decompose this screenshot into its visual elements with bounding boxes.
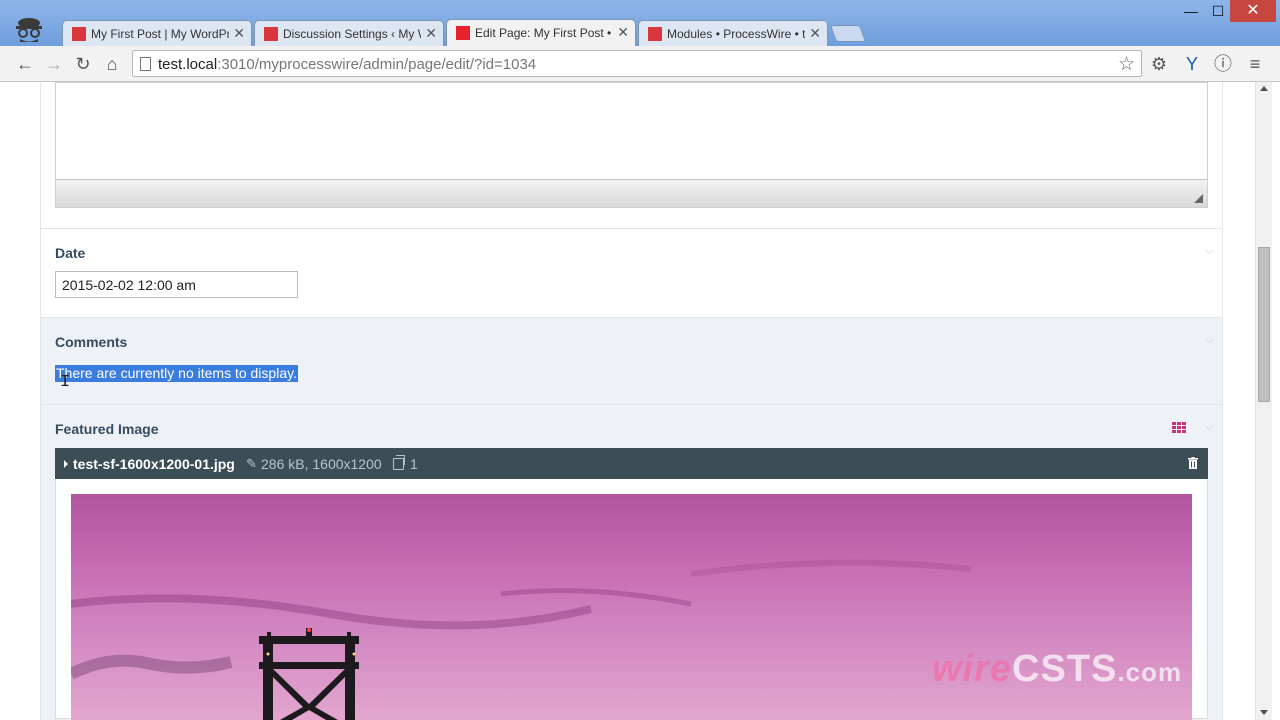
date-input[interactable] <box>55 271 298 298</box>
tab-title: Discussion Settings ‹ My WordPress <box>283 27 421 41</box>
page-icon <box>140 57 151 71</box>
collapse-toggle-icon[interactable]: ⌵ <box>1205 332 1214 347</box>
browser-tab[interactable]: My First Post | My WordPress ✕ <box>62 20 252 46</box>
scroll-up-icon[interactable] <box>1260 86 1268 91</box>
forward-icon[interactable]: → <box>43 53 65 75</box>
grid-view-icon[interactable] <box>1172 422 1186 434</box>
comments-empty-message: There are currently no items to display. <box>55 365 298 382</box>
watermark-text: STS <box>1040 648 1118 690</box>
watermark-text: C <box>1012 648 1041 690</box>
scrollbar-thumb[interactable] <box>1258 247 1270 402</box>
browser-tab-active[interactable]: Edit Page: My First Post • ProcessWire ✕ <box>446 19 636 46</box>
home-icon[interactable]: ⌂ <box>101 53 123 75</box>
image-file-bar[interactable]: test-sf-1600x1200-01.jpg ✎ 286 kB, 1600x… <box>55 448 1208 479</box>
image-usage-count: 1 <box>410 456 418 472</box>
text-cursor-icon: I <box>60 373 71 392</box>
watermark-text: .com <box>1117 657 1183 687</box>
extension-icon[interactable]: Y <box>1181 53 1203 75</box>
star-icon[interactable]: ☆ <box>1118 53 1135 76</box>
collapse-toggle-icon[interactable]: ⌵ <box>1205 243 1214 258</box>
page-viewport: Date ⌵ Comments ⌵ There are currently no… <box>0 82 1255 720</box>
browser-tab[interactable]: Modules • ProcessWire • test ✕ <box>638 20 828 46</box>
collapse-toggle-icon[interactable]: ⌵ <box>1205 419 1214 434</box>
comments-label: Comments <box>55 334 128 350</box>
editor-statusbar <box>56 179 1207 207</box>
expand-caret-icon[interactable] <box>64 460 68 468</box>
window-close-button[interactable]: ✕ <box>1230 0 1276 22</box>
date-field: Date ⌵ <box>41 228 1222 318</box>
tab-title: My First Post | My WordPress <box>91 27 229 41</box>
body-editor[interactable] <box>55 82 1208 208</box>
tab-close-icon[interactable]: ✕ <box>617 24 629 41</box>
menu-icon[interactable]: ≡ <box>1244 53 1266 75</box>
featured-image-label: Featured Image <box>55 421 159 437</box>
copy-icon <box>393 455 405 470</box>
page-scrollbar[interactable] <box>1255 82 1272 720</box>
tab-close-icon[interactable]: ✕ <box>809 25 821 42</box>
favicon-icon <box>72 27 86 41</box>
settings-icon[interactable]: ⚙ <box>1148 53 1170 75</box>
browser-tab-strip: My First Post | My WordPress ✕ Discussio… <box>0 0 1280 46</box>
tab-close-icon[interactable]: ✕ <box>425 25 437 42</box>
address-bar[interactable]: test.local:3010/myprocesswire/admin/page… <box>132 50 1142 77</box>
maximize-button[interactable]: ☐ <box>1207 0 1229 22</box>
scroll-down-icon[interactable] <box>1260 710 1268 715</box>
incognito-icon <box>16 18 42 42</box>
resize-handle-icon[interactable] <box>1194 194 1203 203</box>
image-file-name: test-sf-1600x1200-01.jpg <box>73 456 235 472</box>
favicon-icon <box>264 27 278 41</box>
browser-toolbar: ← → ↻ ⌂ test.local:3010/myprocesswire/ad… <box>0 46 1280 82</box>
comments-field: Comments ⌵ There are currently no items … <box>41 317 1222 405</box>
trash-icon[interactable] <box>1188 457 1198 469</box>
tab-title: Edit Page: My First Post • ProcessWire <box>475 26 613 40</box>
date-label: Date <box>55 245 86 261</box>
back-icon[interactable]: ← <box>14 53 36 75</box>
page-edit-form: Date ⌵ Comments ⌵ There are currently no… <box>40 82 1223 720</box>
window-edge <box>1272 82 1280 720</box>
tab-close-icon[interactable]: ✕ <box>233 25 245 42</box>
url-host: test.local <box>158 56 218 73</box>
minimize-button[interactable]: — <box>1180 0 1202 22</box>
info-icon[interactable]: ⓘ <box>1212 53 1234 75</box>
image-file-meta: 286 kB, 1600x1200 <box>261 456 382 472</box>
browser-tab[interactable]: Discussion Settings ‹ My WordPress ✕ <box>254 20 444 46</box>
wirecasts-watermark: wireCSTS.com <box>932 648 1182 691</box>
pencil-icon[interactable]: ✎ <box>246 456 257 472</box>
watermark-text: wire <box>932 648 1013 690</box>
tab-title: Modules • ProcessWire • test <box>667 27 805 41</box>
url-path: :3010/myprocesswire/admin/page/edit/?id=… <box>217 56 537 73</box>
url-text[interactable]: test.local:3010/myprocesswire/admin/page… <box>158 56 536 73</box>
new-tab-button[interactable] <box>829 25 867 42</box>
favicon-icon <box>648 27 662 41</box>
favicon-icon <box>456 26 470 40</box>
reload-icon[interactable]: ↻ <box>72 53 94 75</box>
